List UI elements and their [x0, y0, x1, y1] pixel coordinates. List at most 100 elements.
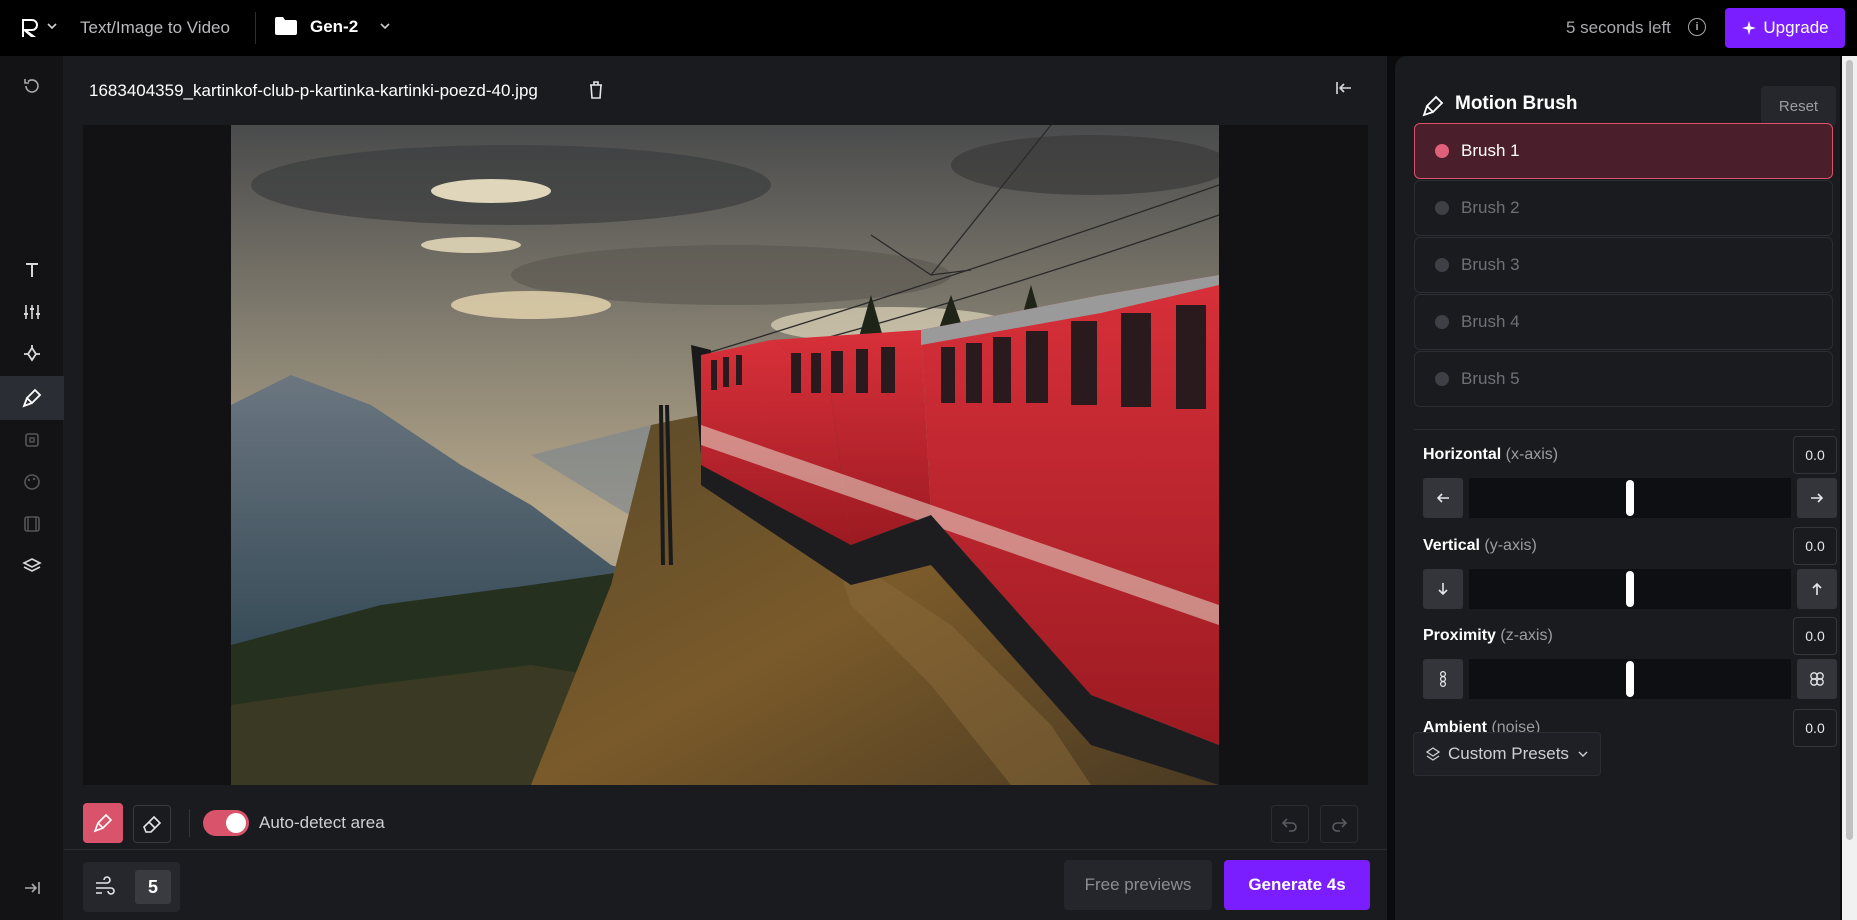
proximity-label: Proximity (z-axis): [1423, 627, 1553, 645]
brush-3[interactable]: Brush 3: [1414, 237, 1833, 293]
vertical-value-input[interactable]: 0.0: [1793, 527, 1837, 565]
motion-brush-icon: [1421, 94, 1445, 123]
brush-color-dot: [1435, 258, 1449, 272]
proximity-far-icon[interactable]: [1423, 659, 1463, 699]
sparkle-icon: [1742, 21, 1757, 35]
breadcrumb[interactable]: Text/Image to Video: [80, 18, 230, 38]
image-canvas[interactable]: [83, 125, 1368, 785]
arrow-left-icon[interactable]: [1423, 478, 1463, 518]
redo-button[interactable]: [1320, 805, 1358, 843]
left-toolbar: [0, 56, 64, 920]
axis-name: Proximity: [1423, 627, 1496, 644]
brush-color-dot: [1435, 144, 1449, 158]
editor-panel: 1683404359_kartinkof-club-p-kartinka-kar…: [64, 56, 1387, 920]
custom-presets-dropdown[interactable]: Custom Presets: [1413, 732, 1601, 776]
brush-1[interactable]: Brush 1: [1414, 123, 1833, 179]
palette-icon[interactable]: [0, 460, 64, 504]
breadcrumb-divider: [255, 12, 256, 44]
brush-label: Brush 4: [1461, 312, 1520, 331]
free-previews-button[interactable]: Free previews: [1064, 860, 1212, 910]
arrow-right-icon[interactable]: [1797, 478, 1837, 518]
horizontal-slider: [1423, 478, 1837, 518]
upgrade-button[interactable]: Upgrade: [1725, 8, 1845, 48]
time-left: 5 seconds left: [1566, 18, 1671, 37]
undo-icon: [1281, 818, 1297, 832]
generate-bar: 5 Free previews Generate 4s: [64, 849, 1387, 920]
brush-label: Brush 5: [1461, 369, 1520, 388]
brush-tools: Auto-detect area: [83, 803, 1368, 843]
layers-icon[interactable]: [0, 544, 64, 588]
source-image[interactable]: [231, 125, 1219, 785]
brush-4[interactable]: Brush 4: [1414, 294, 1833, 350]
upgrade-label: Upgrade: [1763, 18, 1829, 37]
brush-5[interactable]: Brush 5: [1414, 351, 1833, 407]
brush-tool-button[interactable]: [83, 803, 123, 843]
folder-icon: [274, 16, 298, 36]
project-chevron-down-icon[interactable]: [378, 19, 392, 36]
sliders-icon[interactable]: [0, 290, 64, 334]
redo-icon: [1332, 818, 1348, 832]
top-bar: Text/Image to Video Gen-2 5 seconds left…: [0, 0, 1857, 56]
history-icon[interactable]: [0, 64, 64, 108]
proximity-slider-thumb[interactable]: [1626, 661, 1634, 697]
general-motion-control[interactable]: 5: [83, 862, 180, 912]
horizontal-label: Horizontal (x-axis): [1423, 446, 1558, 464]
motion-brush-icon[interactable]: [0, 376, 64, 420]
brush-label: Brush 3: [1461, 255, 1520, 274]
scrollbar-thumb[interactable]: [1846, 60, 1853, 840]
horizontal-slider-thumb[interactable]: [1626, 480, 1634, 516]
vertical-slider-track[interactable]: [1469, 569, 1791, 609]
brush-color-dot: [1435, 315, 1449, 329]
motion-value[interactable]: 5: [135, 870, 171, 904]
text-icon[interactable]: [0, 248, 64, 292]
project-name[interactable]: Gen-2: [310, 17, 358, 37]
chevron-down-icon: [1578, 751, 1588, 757]
motion-lines-icon: [93, 876, 115, 903]
brush-icon: [93, 813, 113, 833]
motion-brush-panel: Motion Brush Reset Brush 1 Brush 2 Brush…: [1395, 56, 1840, 920]
expand-panel-icon[interactable]: [0, 866, 64, 910]
panel-title: Motion Brush: [1455, 93, 1578, 114]
vertical-slider-thumb[interactable]: [1626, 571, 1634, 607]
axis-sub: (y-axis): [1484, 537, 1537, 554]
brush-label: Brush 1: [1461, 141, 1520, 160]
film-icon[interactable]: [0, 502, 64, 546]
presets-icon: [1426, 747, 1440, 761]
auto-detect-toggle[interactable]: [203, 810, 249, 836]
tool-divider: [189, 809, 190, 837]
collapse-panel-icon[interactable]: [1334, 78, 1354, 103]
delete-image-icon[interactable]: [588, 80, 604, 105]
horizontal-slider-track[interactable]: [1469, 478, 1791, 518]
arrow-up-icon[interactable]: [1797, 569, 1837, 609]
frame-icon[interactable]: [0, 418, 64, 462]
proximity-near-icon[interactable]: [1797, 659, 1837, 699]
file-name: 1683404359_kartinkof-club-p-kartinka-kar…: [89, 81, 538, 100]
info-icon[interactable]: i: [1688, 18, 1706, 36]
generate-button[interactable]: Generate 4s: [1224, 860, 1370, 910]
axis-sub: (x-axis): [1505, 446, 1559, 463]
eraser-tool-button[interactable]: [133, 805, 171, 843]
brush-color-dot: [1435, 201, 1449, 215]
runway-logo-icon[interactable]: [18, 16, 42, 40]
ambient-value-input[interactable]: 0.0: [1793, 709, 1837, 747]
proximity-slider-track[interactable]: [1469, 659, 1791, 699]
brush-label: Brush 2: [1461, 198, 1520, 217]
brush-color-dot: [1435, 372, 1449, 386]
vertical-label: Vertical (y-axis): [1423, 537, 1537, 555]
presets-label: Custom Presets: [1448, 744, 1569, 763]
arrow-down-icon[interactable]: [1423, 569, 1463, 609]
axis-sub: (z-axis): [1500, 627, 1553, 644]
axis-name: Horizontal: [1423, 446, 1502, 463]
reset-button[interactable]: Reset: [1761, 86, 1836, 126]
logo-chevron-down-icon[interactable]: [46, 20, 58, 35]
panel-divider: [1414, 429, 1835, 430]
camera-motion-icon[interactable]: [0, 332, 64, 376]
vertical-slider: [1423, 569, 1837, 609]
horizontal-value-input[interactable]: 0.0: [1793, 436, 1837, 474]
auto-detect-label: Auto-detect area: [259, 813, 385, 832]
proximity-value-input[interactable]: 0.0: [1793, 617, 1837, 655]
eraser-icon: [143, 815, 162, 833]
undo-button[interactable]: [1271, 805, 1309, 843]
proximity-slider: [1423, 659, 1837, 699]
brush-2[interactable]: Brush 2: [1414, 180, 1833, 236]
